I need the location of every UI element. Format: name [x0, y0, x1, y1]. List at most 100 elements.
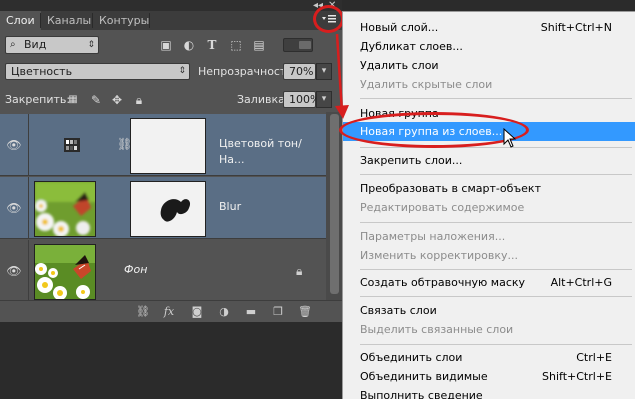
annotation-ellipse	[339, 112, 529, 148]
visibility-eye-icon[interactable]: 👁︎	[6, 138, 22, 152]
toggle-knob	[299, 41, 311, 49]
shortcut: Shift+Ctrl+N	[540, 21, 612, 34]
opacity-label: Непрозрачность:	[198, 65, 297, 78]
layer-divider	[28, 177, 29, 239]
menu-separator	[360, 296, 632, 297]
new-adjustment-icon[interactable]: ◑	[216, 304, 232, 320]
tab-layers[interactable]: Слои	[0, 11, 41, 30]
image-filter-icon[interactable]: ▣	[158, 37, 174, 53]
menu-item-edit-adjustment: Изменить корректировку...	[343, 246, 635, 265]
mouse-pointer-icon	[503, 128, 517, 148]
layer-mask-thumbnail[interactable]	[130, 181, 206, 237]
filter-type-select[interactable]: ⌕ Вид ⇕	[5, 36, 99, 54]
menu-item-label: Объединить видимые	[360, 370, 488, 383]
lock-image-icon[interactable]: ✎	[88, 92, 104, 108]
menu-item-label: Редактировать содержимое	[360, 201, 525, 214]
chevron-updown-icon: ⇕	[178, 66, 186, 76]
search-icon: ⌕	[10, 39, 16, 50]
blend-mode-select[interactable]: Цветность ⇕	[5, 63, 190, 80]
layers-panel: ◂◂ ✕ Слои Каналы Контуры ⌕ Вид ⇕ ▣ ◐ T ⬚…	[0, 0, 344, 322]
menu-item-label: Выполнить сведение	[360, 389, 483, 399]
new-layer-icon[interactable]: ❐	[270, 304, 286, 320]
menu-item-label: Преобразовать в смарт-объект	[360, 182, 541, 195]
lock-icon: 🔒︎	[296, 264, 303, 278]
shortcut: Ctrl+E	[576, 351, 612, 364]
shape-filter-icon[interactable]: ⬚	[228, 37, 244, 53]
shortcut: Alt+Ctrl+G	[550, 276, 612, 289]
fill-input[interactable]: 100%	[283, 91, 320, 108]
lock-position-icon[interactable]: ✥	[109, 92, 125, 108]
opacity-dropdown-button[interactable]: ▾	[316, 63, 332, 80]
panel-footer: ⛓ fx ◙ ◑ ▬ ❐ 🗑︎	[0, 300, 342, 322]
opacity-input[interactable]: 70%	[283, 63, 316, 80]
layer-row[interactable]: 👁︎ Blur	[0, 177, 326, 239]
lock-all-icon[interactable]: 🔒︎	[131, 92, 147, 108]
menu-item-flatten-image[interactable]: Выполнить сведение	[343, 386, 635, 399]
new-group-icon[interactable]: ▬	[243, 304, 259, 320]
menu-separator	[360, 174, 632, 175]
annotation-circle	[313, 5, 344, 33]
panel-flyout-menu: Новый слой... Shift+Ctrl+N Дубликат слоев…	[342, 11, 635, 399]
menu-item-label: Удалить скрытые слои	[360, 78, 493, 91]
trash-icon[interactable]: 🗑︎	[297, 304, 313, 320]
visibility-eye-icon[interactable]: 👁︎	[6, 201, 22, 215]
menu-item-convert-to-smart-object[interactable]: Преобразовать в смарт-объект	[343, 179, 635, 198]
chevron-updown-icon: ⇕	[87, 40, 95, 50]
menu-item-label: Дубликат слоев...	[360, 40, 463, 53]
layer-name[interactable]: Фон	[124, 262, 147, 278]
fx-icon[interactable]: fx	[161, 304, 177, 320]
fill-dropdown-button[interactable]: ▾	[316, 91, 332, 108]
tab-paths[interactable]: Контуры	[93, 11, 155, 30]
lock-transparent-icon[interactable]: ▦	[65, 92, 81, 108]
lock-label: Закрепить:	[5, 93, 71, 106]
menu-item-label: Объединить слои	[360, 351, 463, 364]
menu-item-merge-layers[interactable]: Объединить слои Ctrl+E	[343, 348, 635, 367]
butterfly-photo-thumbnail[interactable]	[34, 244, 96, 300]
menu-item-merge-visible[interactable]: Объединить видимые Shift+Ctrl+E	[343, 367, 635, 386]
menu-item-create-clipping-mask[interactable]: Создать обтравочную маску Alt+Ctrl+G	[343, 273, 635, 292]
menu-separator	[360, 222, 632, 223]
menu-item-edit-contents: Редактировать содержимое	[343, 198, 635, 217]
menu-item-delete-layers[interactable]: Удалить слои	[343, 56, 635, 75]
menu-item-label: Связать слои	[360, 304, 437, 317]
menu-item-delete-hidden-layers: Удалить скрытые слои	[343, 75, 635, 94]
menu-item-label: Удалить слои	[360, 59, 439, 72]
visibility-eye-icon[interactable]: 👁︎	[6, 264, 22, 278]
menu-separator	[360, 269, 632, 270]
menu-item-label: Закрепить слои...	[360, 154, 463, 167]
adjustment-layer-icon	[64, 138, 80, 152]
type-filter-icon[interactable]: T	[204, 37, 220, 53]
filter-type-label: Вид	[24, 38, 47, 51]
menu-item-label: Выделить связанные слои	[360, 323, 514, 336]
smart-object-filter-icon[interactable]: ▤	[251, 37, 267, 53]
menu-item-blending-options: Параметры наложения...	[343, 227, 635, 246]
layer-divider	[28, 240, 29, 302]
add-mask-icon[interactable]: ◙	[189, 304, 205, 320]
fill-label: Заливка:	[237, 93, 289, 106]
layer-mask-thumbnail[interactable]	[130, 118, 206, 174]
menu-item-link-layers[interactable]: Связать слои	[343, 301, 635, 320]
menu-item-new-layer[interactable]: Новый слой... Shift+Ctrl+N	[343, 18, 635, 37]
menu-item-duplicate-layers[interactable]: Дубликат слоев...	[343, 37, 635, 56]
tab-divider	[149, 13, 150, 28]
tab-channels[interactable]: Каналы	[41, 11, 97, 30]
link-layers-icon[interactable]: ⛓	[135, 304, 151, 320]
layer-divider	[28, 114, 29, 176]
filter-toggle[interactable]	[283, 38, 313, 52]
layer-name[interactable]: Цветовой тон/На...	[219, 136, 326, 168]
menu-item-label: Изменить корректировку...	[360, 249, 519, 262]
menu-item-lock-layers[interactable]: Закрепить слои...	[343, 151, 635, 170]
scrollbar-thumb[interactable]	[330, 114, 339, 294]
menu-separator	[360, 344, 632, 345]
blurred-butterfly-thumbnail[interactable]	[34, 181, 96, 237]
menu-item-label: Параметры наложения...	[360, 230, 506, 243]
menu-separator	[360, 98, 632, 99]
layer-row[interactable]: 👁︎ Фон 🔒︎	[0, 240, 326, 302]
layer-row[interactable]: 👁︎ ⛓ Цветовой тон/На...	[0, 114, 326, 176]
menu-separator	[360, 147, 632, 148]
panel-title-strip: ◂◂ ✕	[0, 0, 342, 11]
layer-name[interactable]: Blur	[219, 199, 241, 215]
adjustment-filter-icon[interactable]: ◐	[181, 37, 197, 53]
menu-item-label: Новый слой...	[360, 21, 439, 34]
shortcut: Shift+Ctrl+E	[542, 370, 612, 383]
